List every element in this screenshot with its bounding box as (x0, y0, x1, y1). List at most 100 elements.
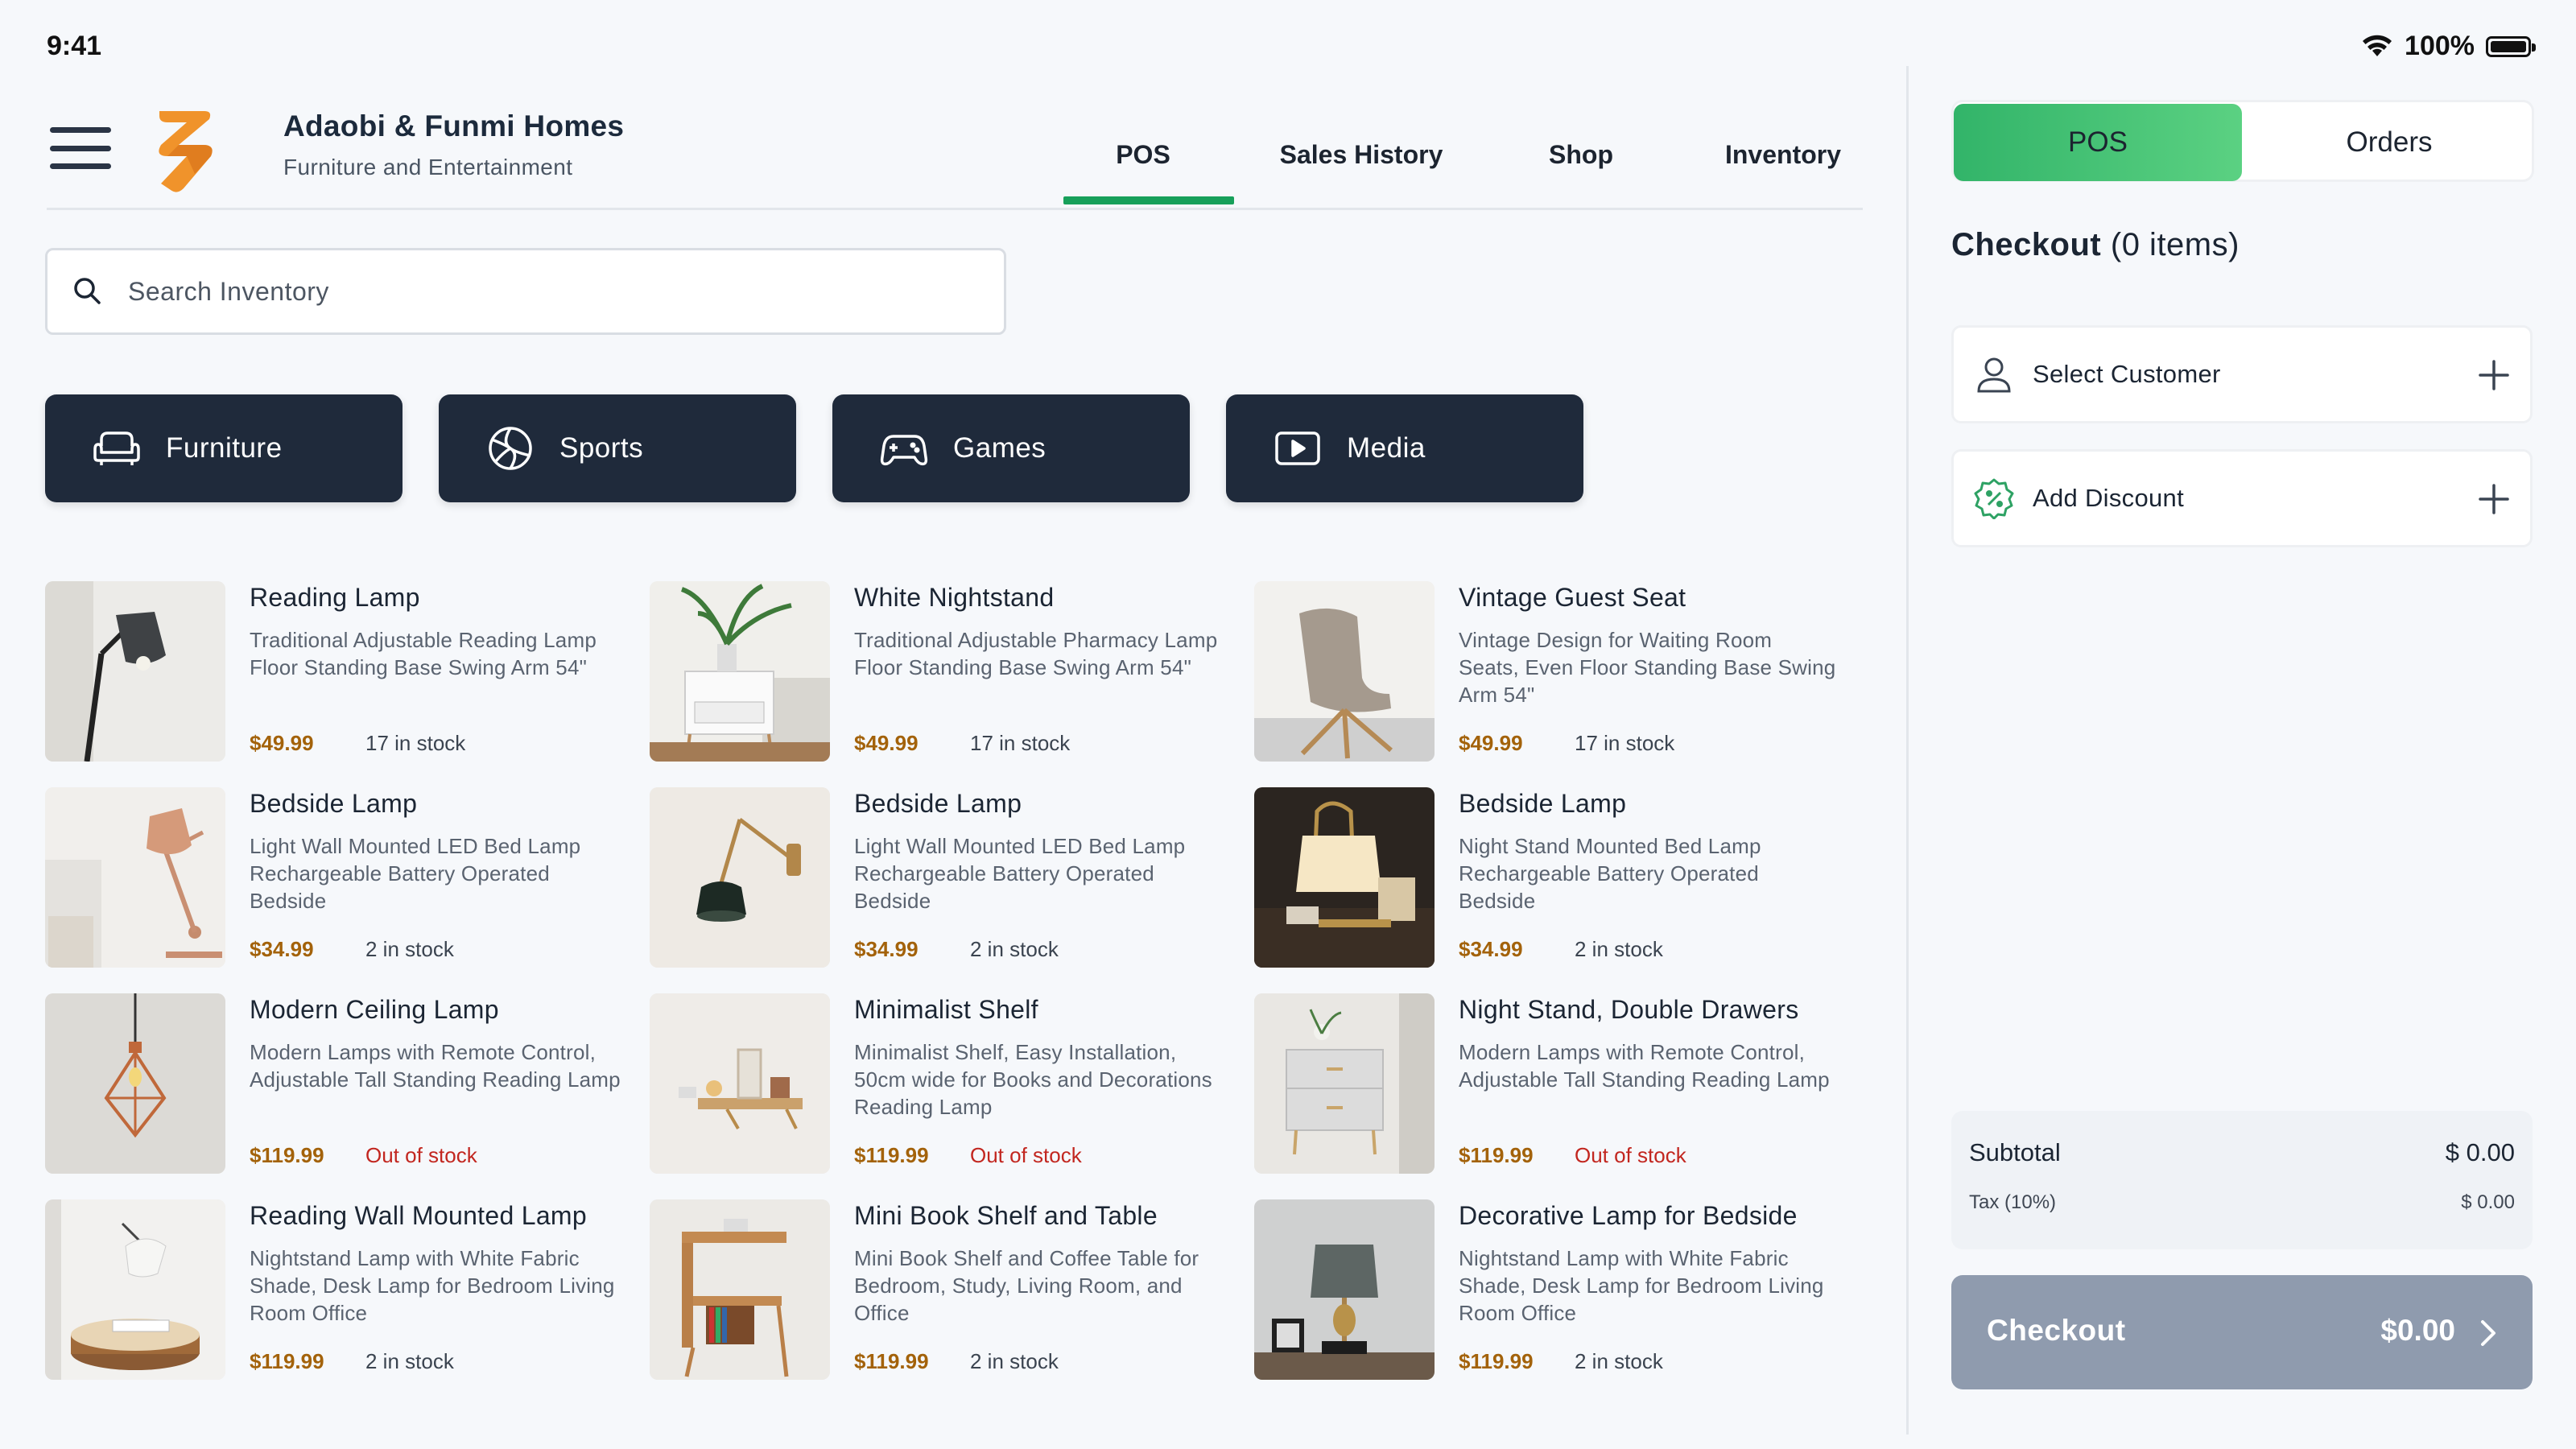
product-price: $49.99 (854, 731, 919, 755)
category-media[interactable]: Media (1226, 394, 1583, 502)
checkout-button-label: Checkout (1987, 1314, 2126, 1347)
product-name: Reading Lamp (250, 583, 420, 612)
product-card[interactable]: Reading Lamp Traditional Adjustable Readi… (45, 581, 641, 762)
discount-badge-icon (1974, 478, 2014, 519)
product-card[interactable]: Bedside Lamp Night Stand Mounted Bed Lamp… (1254, 787, 1850, 968)
product-card[interactable]: Night Stand, Double Drawers Modern Lamps … (1254, 993, 1850, 1174)
category-label: Furniture (166, 432, 283, 464)
product-description: Night Stand Mounted Bed Lamp Rechargeabl… (1459, 834, 1761, 913)
product-name: Vintage Guest Seat (1459, 583, 1686, 612)
tab-inventory[interactable]: Inventory (1725, 140, 1841, 170)
checkout-total: $0.00 (2380, 1314, 2455, 1347)
status-bar: 9:41 100% (0, 0, 2576, 97)
product-image (1254, 787, 1435, 968)
product-description: Nightstand Lamp with White Fabric Shade,… (250, 1246, 615, 1325)
status-time: 9:41 (47, 31, 102, 61)
product-price: $119.99 (854, 1349, 929, 1373)
checkout-button[interactable]: Checkout $0.00 (1951, 1275, 2533, 1389)
mode-switch: POS Orders (1951, 100, 2534, 182)
product-description: Mini Book Shelf and Coffee Table for Bed… (854, 1246, 1199, 1325)
product-image (45, 993, 225, 1174)
product-name: Bedside Lamp (250, 789, 418, 818)
product-price: $119.99 (250, 1349, 324, 1373)
add-discount-button[interactable]: Add Discount (1951, 449, 2533, 547)
product-description: Light Wall Mounted LED Bed Lamp Recharge… (854, 834, 1186, 913)
product-name: Mini Book Shelf and Table (854, 1201, 1158, 1230)
tax-value: $ 0.00 (2461, 1191, 2515, 1213)
search-box[interactable] (45, 248, 1006, 335)
product-card[interactable]: White Nightstand Traditional Adjustable P… (650, 581, 1245, 762)
product-card[interactable]: Minimalist Shelf Minimalist Shelf, Easy I… (650, 993, 1245, 1174)
user-icon (1977, 357, 2011, 393)
product-card[interactable]: Reading Wall Mounted Lamp Nightstand Lamp… (45, 1199, 641, 1380)
search-icon (74, 278, 101, 304)
header-divider (47, 208, 1863, 210)
product-description: Modern Lamps with Remote Control, Adjust… (1459, 1040, 1830, 1092)
chevron-right-icon (2481, 1320, 2496, 1346)
product-description: Light Wall Mounted LED Bed Lamp Recharge… (250, 834, 581, 913)
product-price: $119.99 (1459, 1349, 1534, 1373)
product-stock: Out of stock (1575, 1143, 1686, 1167)
tab-shop[interactable]: Shop (1549, 140, 1613, 170)
category-label: Media (1347, 432, 1426, 464)
product-price: $34.99 (1459, 937, 1523, 961)
product-description: Vintage Design for Waiting Room Seats, E… (1459, 628, 1836, 707)
product-image (650, 1199, 830, 1380)
product-image (1254, 1199, 1435, 1380)
product-image (45, 581, 225, 762)
plus-icon[interactable] (2477, 358, 2511, 392)
product-stock: Out of stock (365, 1143, 477, 1167)
product-card[interactable]: Vintage Guest Seat Vintage Design for Wai… (1254, 581, 1850, 762)
brand-tagline: Furniture and Entertainment (283, 155, 573, 180)
tab-sales-history[interactable]: Sales History (1280, 140, 1443, 170)
brand-logo (159, 111, 213, 192)
product-stock: 17 in stock (365, 731, 466, 755)
product-stock: 17 in stock (1575, 731, 1675, 755)
product-card[interactable]: Bedside Lamp Light Wall Mounted LED Bed L… (650, 787, 1245, 968)
product-description: Traditional Adjustable Reading Lamp Floo… (250, 628, 597, 679)
product-stock: 2 in stock (1575, 1349, 1663, 1373)
product-name: Bedside Lamp (1459, 789, 1627, 818)
product-name: Bedside Lamp (854, 789, 1022, 818)
product-stock: 17 in stock (970, 731, 1071, 755)
category-furniture[interactable]: Furniture (45, 394, 402, 502)
checkout-title: Checkout (1951, 227, 2102, 262)
product-stock: 2 in stock (970, 937, 1059, 961)
ball-icon (489, 427, 532, 470)
active-tab-indicator (1063, 196, 1234, 204)
product-description: Modern Lamps with Remote Control, Adjust… (250, 1040, 621, 1092)
panel-divider (1906, 66, 1909, 1435)
product-price: $49.99 (1459, 731, 1523, 755)
product-card[interactable]: Modern Ceiling Lamp Modern Lamps with Rem… (45, 993, 641, 1174)
gamepad-icon (880, 435, 928, 466)
product-card[interactable]: Mini Book Shelf and Table Mini Book Shelf… (650, 1199, 1245, 1380)
segment-orders[interactable]: Orders (2245, 104, 2533, 181)
product-name: Modern Ceiling Lamp (250, 995, 499, 1024)
product-name: Night Stand, Double Drawers (1459, 995, 1799, 1024)
product-name: Reading Wall Mounted Lamp (250, 1201, 587, 1230)
segment-pos[interactable]: POS (1954, 104, 2242, 181)
play-icon (1275, 431, 1320, 465)
product-price: $119.99 (250, 1143, 324, 1167)
product-price: $49.99 (250, 731, 314, 755)
product-name: Minimalist Shelf (854, 995, 1038, 1024)
add-discount-label: Add Discount (2033, 484, 2184, 512)
hamburger-menu-icon[interactable] (50, 127, 111, 169)
product-image (45, 1199, 225, 1380)
order-summary: Subtotal $ 0.00 Tax (10%) $ 0.00 (1951, 1111, 2533, 1249)
select-customer-button[interactable]: Select Customer (1951, 325, 2533, 423)
plus-icon[interactable] (2477, 482, 2511, 516)
status-indicators: 100% (2361, 31, 2536, 62)
subtotal-value: $ 0.00 (2445, 1138, 2515, 1166)
category-games[interactable]: Games (832, 394, 1190, 502)
search-input[interactable] (128, 276, 933, 307)
product-card[interactable]: Bedside Lamp Light Wall Mounted LED Bed L… (45, 787, 641, 968)
tab-pos[interactable]: POS (1116, 140, 1170, 170)
product-image (650, 581, 830, 762)
product-card[interactable]: Decorative Lamp for Bedside Nightstand La… (1254, 1199, 1850, 1380)
category-label: Games (953, 432, 1046, 464)
subtotal-label: Subtotal (1969, 1138, 2061, 1166)
product-description: Minimalist Shelf, Easy Installation, 50c… (854, 1040, 1212, 1119)
product-price: $34.99 (250, 937, 314, 961)
category-sports[interactable]: Sports (439, 394, 796, 502)
